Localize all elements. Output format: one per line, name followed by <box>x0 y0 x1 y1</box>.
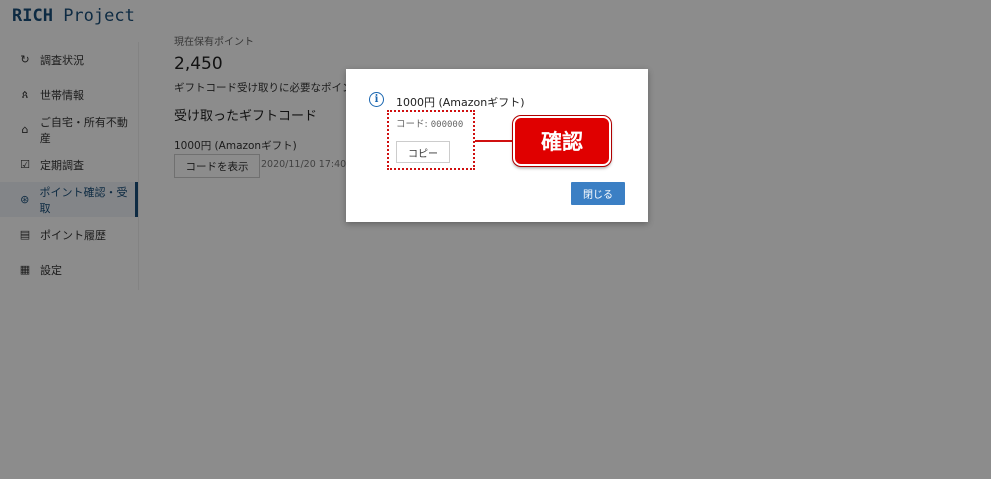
close-button[interactable]: 閉じる <box>571 182 625 205</box>
info-icon: i <box>369 92 384 107</box>
modal-title: 1000円 (Amazonギフト) <box>396 96 525 109</box>
callout-label: 確認 <box>512 115 612 167</box>
highlight-box <box>387 110 475 170</box>
callout-connector <box>475 140 515 142</box>
